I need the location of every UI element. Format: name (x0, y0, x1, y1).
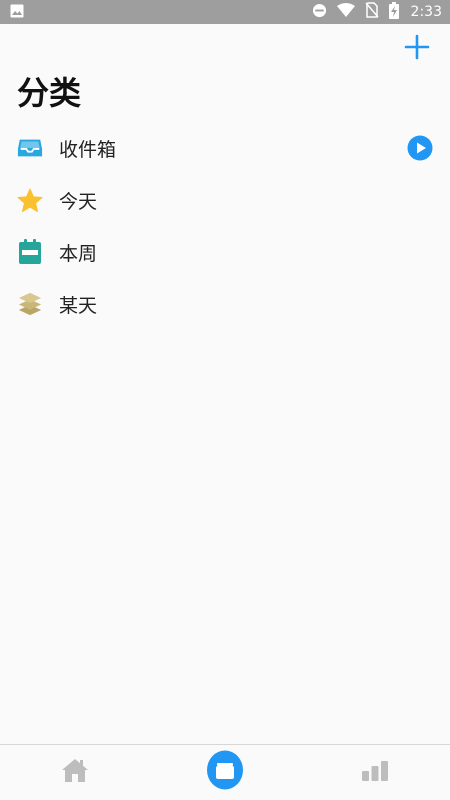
wifi-icon (336, 2, 355, 22)
no-sim-icon (364, 2, 379, 22)
category-label: 某天 (59, 294, 98, 317)
category-list: 收件箱 今天 本周 某天 (0, 122, 450, 330)
inbox-play-button[interactable] (407, 135, 433, 161)
status-bar: 2:33 (0, 0, 450, 24)
star-icon (17, 187, 43, 213)
play-icon (407, 135, 433, 165)
bar-chart-icon (361, 760, 389, 786)
image-icon (10, 3, 24, 22)
bottom-navigation (0, 744, 450, 800)
page-title: 分类 (17, 74, 82, 112)
category-item-today[interactable]: 今天 (0, 174, 450, 226)
battery-charging-icon (388, 1, 399, 23)
calendar-icon (17, 239, 43, 265)
category-item-someday[interactable]: 某天 (0, 278, 450, 330)
app-bar (0, 24, 450, 74)
add-button[interactable] (402, 34, 432, 64)
category-item-this-week[interactable]: 本周 (0, 226, 450, 278)
categories-icon (206, 750, 244, 794)
nav-categories-button[interactable] (206, 750, 244, 794)
layers-icon (17, 291, 43, 317)
home-icon (61, 757, 89, 787)
status-time: 2:33 (410, 4, 442, 20)
category-label: 收件箱 (59, 138, 117, 161)
category-item-inbox[interactable]: 收件箱 (0, 122, 450, 174)
category-label: 今天 (59, 190, 98, 213)
nav-home-button[interactable] (60, 757, 90, 787)
do-not-disturb-icon (312, 3, 327, 22)
category-label: 本周 (59, 242, 98, 265)
plus-icon (404, 34, 430, 64)
nav-stats-button[interactable] (359, 758, 391, 788)
inbox-icon (17, 135, 43, 161)
